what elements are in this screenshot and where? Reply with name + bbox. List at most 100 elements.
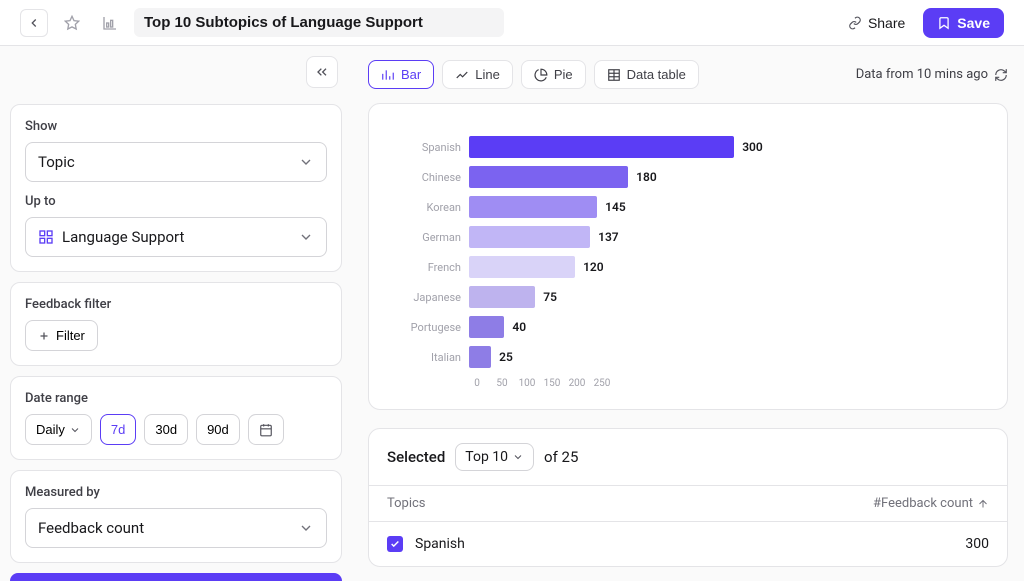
bar-fill[interactable] <box>469 166 628 188</box>
bar-row: Korean 145 <box>397 192 979 222</box>
bar-row: Japanese 75 <box>397 282 979 312</box>
bar-fill[interactable] <box>469 136 734 158</box>
add-filter-button[interactable]: Filter <box>25 320 98 351</box>
bar-fill[interactable] <box>469 316 504 338</box>
line-chart-icon <box>455 68 469 82</box>
date-range-card: Date range Daily 7d 30d 90d <box>10 376 342 460</box>
plus-icon <box>38 330 50 342</box>
measured-select[interactable]: Feedback count <box>25 508 327 548</box>
upto-label: Up to <box>25 194 327 209</box>
daily-select[interactable]: Daily <box>25 414 92 445</box>
tab-pie[interactable]: Pie <box>521 60 586 89</box>
bar-row: Italian 25 <box>397 342 979 372</box>
chevron-down-icon <box>298 229 314 245</box>
selected-label: Selected <box>387 448 445 466</box>
bar-row: Portugese 40 <box>397 312 979 342</box>
refresh-icon[interactable] <box>994 68 1008 82</box>
bar-row: French 120 <box>397 252 979 282</box>
sidebar: Show Topic Up to Language Support Feedba… <box>0 46 352 581</box>
top-n-select[interactable]: Top 10 <box>455 443 534 471</box>
star-button[interactable] <box>58 9 86 37</box>
upto-value: Language Support <box>38 228 184 246</box>
row-count: 300 <box>829 536 989 552</box>
header-left <box>20 8 504 37</box>
range-7d[interactable]: 7d <box>100 414 136 445</box>
bar-fill[interactable] <box>469 286 535 308</box>
bar-fill[interactable] <box>469 196 597 218</box>
calendar-icon <box>259 423 273 437</box>
show-value: Topic <box>38 153 75 171</box>
bar-track: 120 <box>469 256 979 278</box>
bar-track: 75 <box>469 286 979 308</box>
chevron-down-icon <box>298 520 314 536</box>
bar-track: 25 <box>469 346 979 368</box>
arrow-up-icon <box>977 498 989 510</box>
bar-track: 145 <box>469 196 979 218</box>
bar-label: Italian <box>397 351 469 364</box>
upto-select[interactable]: Language Support <box>25 217 327 257</box>
back-button[interactable] <box>20 9 48 37</box>
bar-fill[interactable] <box>469 346 491 368</box>
tab-datatable[interactable]: Data table <box>594 60 699 89</box>
feedback-filter-label: Feedback filter <box>25 297 327 312</box>
calendar-button[interactable] <box>248 414 284 445</box>
table-icon <box>607 68 621 82</box>
bar-row: Chinese 180 <box>397 162 979 192</box>
bar-row: German 137 <box>397 222 979 252</box>
bar-value: 25 <box>499 346 513 368</box>
collapse-sidebar-button[interactable] <box>306 56 338 88</box>
data-freshness: Data from 10 mins ago <box>856 67 1008 82</box>
header-right: Share Save <box>840 8 1004 38</box>
show-select[interactable]: Topic <box>25 142 327 182</box>
checkbox[interactable] <box>387 536 403 552</box>
show-label: Show <box>25 119 327 134</box>
share-label: Share <box>868 15 905 31</box>
bar-track: 180 <box>469 166 979 188</box>
range-30d[interactable]: 30d <box>144 414 188 445</box>
bar-label: German <box>397 231 469 244</box>
bar-value: 40 <box>512 316 526 338</box>
chevron-down-icon <box>512 451 524 463</box>
share-button[interactable]: Share <box>840 9 913 37</box>
chart-icon-button[interactable] <box>96 9 124 37</box>
grid-icon <box>38 229 54 245</box>
bar-label: Korean <box>397 201 469 214</box>
bar-value: 300 <box>742 136 763 158</box>
bar-label: French <box>397 261 469 274</box>
table-row[interactable]: Spanish 300 <box>369 522 1007 566</box>
bar-chart-icon <box>381 68 395 82</box>
feedback-filter-card: Feedback filter Filter <box>10 282 342 366</box>
bar-fill[interactable] <box>469 256 575 278</box>
of-total: of 25 <box>544 448 578 466</box>
bar-label: Spanish <box>397 141 469 154</box>
check-icon <box>390 539 400 549</box>
bar-value: 180 <box>636 166 657 188</box>
chevron-down-icon <box>298 154 314 170</box>
chart-toolbar: Bar Line Pie Data table Data from 10 min… <box>368 60 1008 89</box>
row-topic: Spanish <box>415 536 829 552</box>
chart-card: Spanish 300 Chinese 180 Korean 145 Germa… <box>368 103 1008 410</box>
bar-row: Spanish 300 <box>397 132 979 162</box>
bar-label: Portugese <box>397 321 469 334</box>
bar-value: 120 <box>583 256 604 278</box>
measured-label: Measured by <box>25 485 327 500</box>
apply-button[interactable]: Apply <box>10 573 342 581</box>
measured-card: Measured by Feedback count <box>10 470 342 563</box>
tab-bar[interactable]: Bar <box>368 60 434 89</box>
main-content: Bar Line Pie Data table Data from 10 min… <box>352 46 1024 581</box>
chevron-down-icon <box>69 424 81 436</box>
bar-value: 145 <box>605 196 626 218</box>
tab-line[interactable]: Line <box>442 60 513 89</box>
bar-track: 300 <box>469 136 979 158</box>
bar-fill[interactable] <box>469 226 590 248</box>
measured-value: Feedback count <box>38 519 144 537</box>
col-count[interactable]: #Feedback count <box>829 496 989 511</box>
col-topics[interactable]: Topics <box>387 496 829 511</box>
date-range-label: Date range <box>25 391 327 406</box>
bar-track: 40 <box>469 316 979 338</box>
page-title-input[interactable] <box>134 8 504 37</box>
save-button[interactable]: Save <box>923 8 1004 38</box>
axis-tick: 250 <box>577 378 627 389</box>
show-card: Show Topic Up to Language Support <box>10 104 342 272</box>
range-90d[interactable]: 90d <box>196 414 240 445</box>
